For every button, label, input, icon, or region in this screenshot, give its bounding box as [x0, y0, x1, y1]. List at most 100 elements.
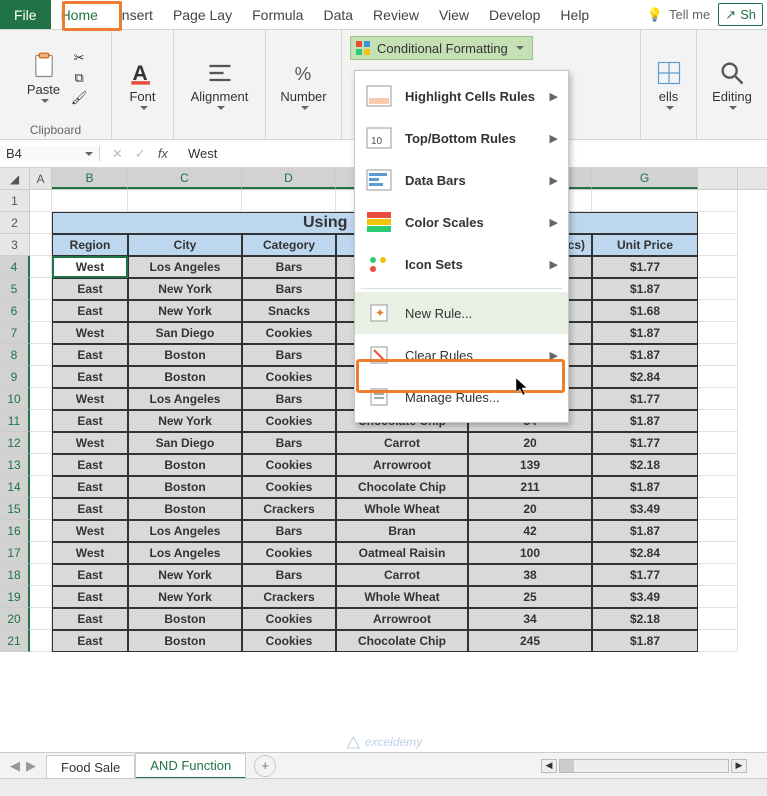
cell-product[interactable]: Whole Wheat	[336, 586, 468, 608]
cell-blank[interactable]	[30, 608, 52, 630]
tab-home[interactable]: Home	[51, 0, 108, 29]
cell-product[interactable]: Bran	[336, 520, 468, 542]
tab-formula[interactable]: Formula	[242, 0, 313, 29]
cf-new-rule[interactable]: ✦ New Rule...	[355, 292, 568, 334]
row-7[interactable]: 7	[0, 322, 30, 344]
cell-qty[interactable]: 25	[468, 586, 592, 608]
cell-city[interactable]: Boston	[128, 366, 242, 388]
file-menu[interactable]: File	[0, 0, 51, 29]
row-14[interactable]: 14	[0, 476, 30, 498]
sheet-food-sale[interactable]: Food Sale	[46, 755, 135, 779]
col-A[interactable]: A	[30, 168, 52, 189]
cell-price[interactable]: $1.87	[592, 322, 698, 344]
cell-city[interactable]: New York	[128, 278, 242, 300]
enter-icon[interactable]: ✓	[135, 146, 146, 162]
cell-blank[interactable]	[30, 586, 52, 608]
cell-price[interactable]: $3.49	[592, 586, 698, 608]
cell-city[interactable]: Los Angeles	[128, 542, 242, 564]
cell-blank[interactable]	[30, 520, 52, 542]
row-13[interactable]: 13	[0, 454, 30, 476]
cell-city[interactable]: Los Angeles	[128, 388, 242, 410]
row-20[interactable]: 20	[0, 608, 30, 630]
cell-city[interactable]: New York	[128, 300, 242, 322]
cell-price[interactable]: $1.77	[592, 388, 698, 410]
cell-price[interactable]: $1.87	[592, 520, 698, 542]
cell-price[interactable]: $1.77	[592, 256, 698, 278]
cell-product[interactable]: Chocolate Chip	[336, 630, 468, 652]
cell-blank[interactable]	[698, 454, 738, 476]
name-box[interactable]: B4	[0, 146, 100, 161]
cell-region[interactable]: West	[52, 542, 128, 564]
cell-city[interactable]: Los Angeles	[128, 256, 242, 278]
row-19[interactable]: 19	[0, 586, 30, 608]
cell-category[interactable]: Bars	[242, 432, 336, 454]
cell-city[interactable]: Boston	[128, 476, 242, 498]
cell-region[interactable]: East	[52, 454, 128, 476]
cell-product[interactable]: Whole Wheat	[336, 498, 468, 520]
cell-region[interactable]: East	[52, 344, 128, 366]
cell-region[interactable]: East	[52, 498, 128, 520]
th-category[interactable]: Category	[242, 234, 336, 256]
cell-city[interactable]: Boston	[128, 498, 242, 520]
namebox-dropdown-icon[interactable]	[85, 152, 93, 156]
cell-blank[interactable]	[698, 322, 738, 344]
col-B[interactable]: B	[52, 168, 128, 189]
cell-blank[interactable]	[698, 498, 738, 520]
cell-price[interactable]: $1.87	[592, 630, 698, 652]
cell-blank[interactable]	[30, 278, 52, 300]
cell-qty[interactable]: 245	[468, 630, 592, 652]
cell-category[interactable]: Cookies	[242, 630, 336, 652]
editing-button[interactable]: Editing	[708, 57, 756, 112]
cell-region[interactable]: East	[52, 300, 128, 322]
row-10[interactable]: 10	[0, 388, 30, 410]
cell-qty[interactable]: 34	[468, 608, 592, 630]
cell-blank[interactable]	[698, 388, 738, 410]
cell-qty[interactable]: 20	[468, 432, 592, 454]
cell-blank[interactable]	[30, 322, 52, 344]
cell-category[interactable]: Snacks	[242, 300, 336, 322]
row-6[interactable]: 6	[0, 300, 30, 322]
cell-price[interactable]: $1.68	[592, 300, 698, 322]
cell-qty[interactable]: 139	[468, 454, 592, 476]
cell-qty[interactable]: 20	[468, 498, 592, 520]
horizontal-scrollbar[interactable]: ◀ ▶	[541, 759, 767, 773]
row-8[interactable]: 8	[0, 344, 30, 366]
tab-data[interactable]: Data	[313, 0, 363, 29]
cell-blank[interactable]	[30, 432, 52, 454]
font-button[interactable]: A Font	[125, 57, 161, 112]
cf-icon-sets[interactable]: Icon Sets▶	[355, 243, 568, 285]
cell-city[interactable]: San Diego	[128, 322, 242, 344]
row-9[interactable]: 9	[0, 366, 30, 388]
cell-category[interactable]: Cookies	[242, 608, 336, 630]
th-city[interactable]: City	[128, 234, 242, 256]
share-button[interactable]: ↗ Sh	[718, 3, 763, 26]
tab-review[interactable]: Review	[363, 0, 429, 29]
cell-blank[interactable]	[30, 344, 52, 366]
cell-product[interactable]: Carrot	[336, 432, 468, 454]
tell-me-search[interactable]: 💡 Tell me	[639, 0, 718, 29]
cell-category[interactable]: Crackers	[242, 586, 336, 608]
scroll-left-icon[interactable]: ◀	[541, 759, 557, 773]
cell-blank[interactable]	[30, 300, 52, 322]
cf-data-bars[interactable]: Data Bars▶	[355, 159, 568, 201]
cell-region[interactable]: West	[52, 520, 128, 542]
row-12[interactable]: 12	[0, 432, 30, 454]
add-sheet-button[interactable]: +	[254, 755, 276, 777]
cell-region[interactable]: East	[52, 476, 128, 498]
fx-icon[interactable]: fx	[158, 146, 168, 161]
cell-blank[interactable]	[30, 256, 52, 278]
row-17[interactable]: 17	[0, 542, 30, 564]
cells-button[interactable]: ells	[651, 57, 687, 112]
cell-blank[interactable]	[30, 454, 52, 476]
cell-product[interactable]: Chocolate Chip	[336, 476, 468, 498]
cell-region[interactable]: East	[52, 586, 128, 608]
cell-blank[interactable]	[30, 388, 52, 410]
cf-highlight-cells[interactable]: Highlight Cells Rules▶	[355, 75, 568, 117]
col-C[interactable]: C	[128, 168, 242, 189]
number-button[interactable]: % Number	[276, 57, 330, 112]
row-2[interactable]: 2	[0, 212, 30, 234]
cell-price[interactable]: $3.49	[592, 498, 698, 520]
row-4[interactable]: 4	[0, 256, 30, 278]
scroll-right-icon[interactable]: ▶	[731, 759, 747, 773]
cell-price[interactable]: $1.87	[592, 476, 698, 498]
